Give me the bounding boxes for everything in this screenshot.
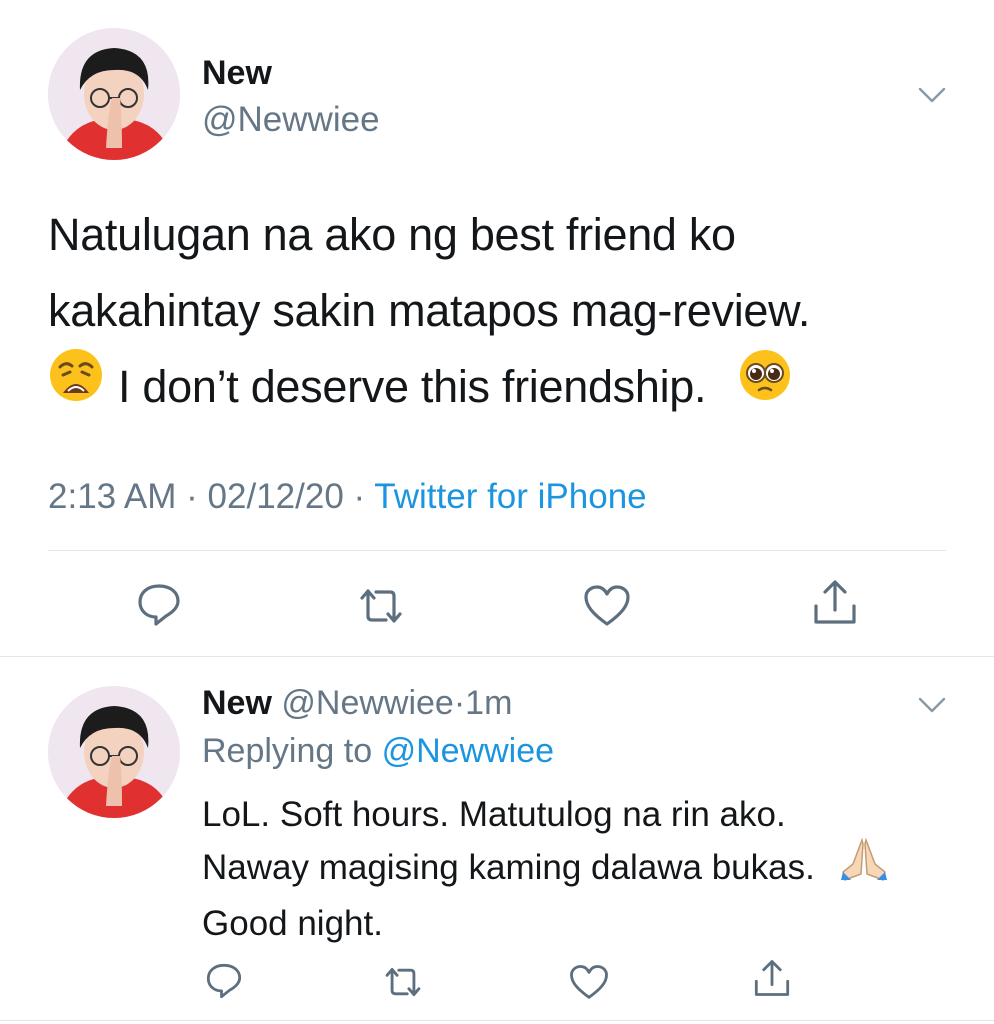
retweet-icon[interactable] (382, 965, 424, 999)
tweet-time[interactable]: 2:13 AM (48, 477, 176, 516)
display-name[interactable]: New (202, 684, 272, 722)
avatar[interactable] (48, 28, 180, 160)
reply-text: LoL. Soft hours. Matutulog na rin ako. N… (202, 788, 962, 950)
tweet-line: Natulugan na ako ng best friend ko (48, 209, 736, 260)
share-icon[interactable] (753, 958, 791, 998)
tweet-meta: 2:13 AM · 02/12/20 · Twitter for iPhone (48, 477, 647, 517)
reply-icon[interactable] (136, 582, 182, 628)
replying-to-label: Replying to (202, 732, 373, 770)
user-handle[interactable]: @Newwiee (281, 684, 453, 722)
meta-separator: · (353, 477, 366, 516)
tweet-line: I don’t deserve this friendship. (48, 347, 968, 426)
user-handle[interactable]: @Newwiee (202, 100, 380, 140)
folded-hands-emoji-icon (839, 836, 889, 897)
divider (0, 1020, 994, 1021)
heart-icon[interactable] (569, 964, 609, 999)
heart-icon[interactable] (583, 584, 631, 626)
chevron-down-icon[interactable] (918, 696, 946, 714)
reply-header: New @Newwiee·1m (202, 684, 512, 723)
tweet-age[interactable]: 1m (465, 684, 512, 722)
replying-to: Replying to @Newwiee (202, 732, 554, 771)
avatar[interactable] (48, 686, 180, 818)
tweet-text: Natulugan na ako ng best friend ko kakah… (48, 197, 968, 426)
replying-to-handle[interactable]: @Newwiee (382, 732, 554, 770)
divider (48, 550, 946, 551)
tweet-line-text: I don’t deserve this friendship. (118, 361, 707, 412)
meta-separator: · (453, 684, 466, 722)
tweet-line: kakahintay sakin matapos mag-review. (48, 285, 811, 336)
tweet-date[interactable]: 02/12/20 (208, 477, 344, 516)
weary-face-emoji-icon (48, 347, 104, 426)
reply-line: Good night. (202, 904, 383, 944)
meta-separator: · (186, 477, 198, 516)
display-name[interactable]: New (202, 54, 272, 93)
retweet-icon[interactable] (356, 586, 406, 626)
tweet-source-link[interactable]: Twitter for iPhone (374, 477, 646, 516)
reply-icon[interactable] (205, 962, 243, 1000)
chevron-down-icon[interactable] (918, 86, 946, 104)
reply-line: LoL. Soft hours. Matutulog na rin ako. (202, 795, 786, 834)
reply-line: Naway magising kaming dalawa bukas. (202, 837, 962, 897)
divider (0, 656, 994, 657)
pleading-face-emoji-icon (738, 348, 792, 425)
share-icon[interactable] (812, 578, 858, 626)
reply-line-text: Naway magising kaming dalawa bukas. (202, 848, 815, 887)
